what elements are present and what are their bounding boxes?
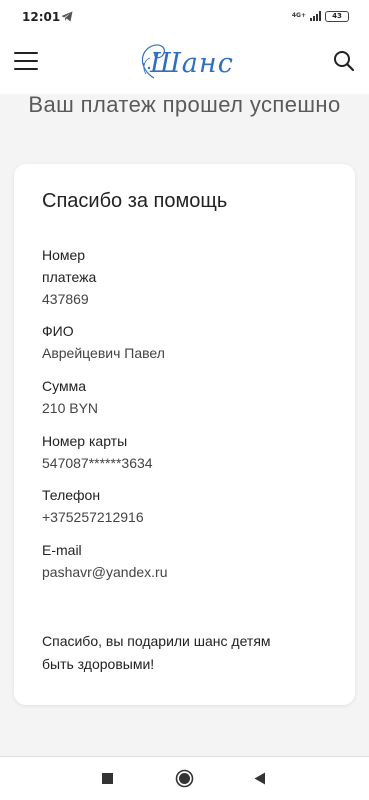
- payment-summary-card: Спасибо за помощь Номер платежа 437869 Ф…: [14, 164, 355, 705]
- logo-text: Шанс: [150, 48, 234, 79]
- system-nav-bar: [0, 756, 369, 800]
- nav-recents-icon[interactable]: [102, 773, 113, 784]
- search-icon[interactable]: [333, 50, 355, 72]
- telegram-icon: [61, 11, 73, 22]
- field-label: E-mail: [42, 542, 82, 558]
- field-label: Номер платежа: [42, 247, 97, 285]
- signal-icon: [310, 11, 321, 21]
- field-value: 547087******3634: [42, 455, 153, 471]
- logo[interactable]: Шанс: [132, 40, 238, 86]
- network-label: 4G+: [291, 12, 306, 19]
- nav-home-icon[interactable]: [175, 769, 194, 788]
- battery-level: 43: [332, 11, 342, 20]
- page-title: Ваш платеж прошел успешно: [28, 92, 341, 117]
- battery-icon: 43: [325, 10, 349, 22]
- field-value: Аврейцевич Павел: [42, 345, 165, 361]
- field-label: ФИО: [42, 323, 74, 339]
- status-indicators: 4G+ 43: [292, 9, 349, 23]
- menu-icon[interactable]: [14, 52, 38, 70]
- field-label: Сумма: [42, 378, 86, 394]
- field-card-number: Номер карты 547087******3634: [42, 430, 332, 474]
- field-label: Номер карты: [42, 433, 128, 449]
- nav-back-icon[interactable]: [254, 772, 266, 785]
- field-email: E-mail pashavr@yandex.ru: [42, 539, 332, 583]
- field-value: +375257212916: [42, 509, 144, 525]
- field-value: 437869: [42, 291, 89, 307]
- status-bar: 12:01 4G+ 43: [0, 0, 369, 34]
- status-time: 12:01: [22, 10, 61, 24]
- field-value: 210 BYN: [42, 400, 99, 416]
- field-value: pashavr@yandex.ru: [42, 564, 168, 580]
- field-payment-number: Номер платежа 437869: [42, 244, 332, 310]
- thanks-message: Спасибо, вы подарили шанс детям быть здо…: [42, 633, 271, 672]
- card-title: Спасибо за помощь: [42, 190, 228, 212]
- field-full-name: ФИО Аврейцевич Павел: [42, 320, 332, 364]
- field-label: Телефон: [42, 487, 101, 503]
- field-phone: Телефон +375257212916: [42, 484, 332, 528]
- app-header: Шанс: [0, 34, 369, 94]
- field-amount: Сумма 210 BYN: [42, 375, 332, 419]
